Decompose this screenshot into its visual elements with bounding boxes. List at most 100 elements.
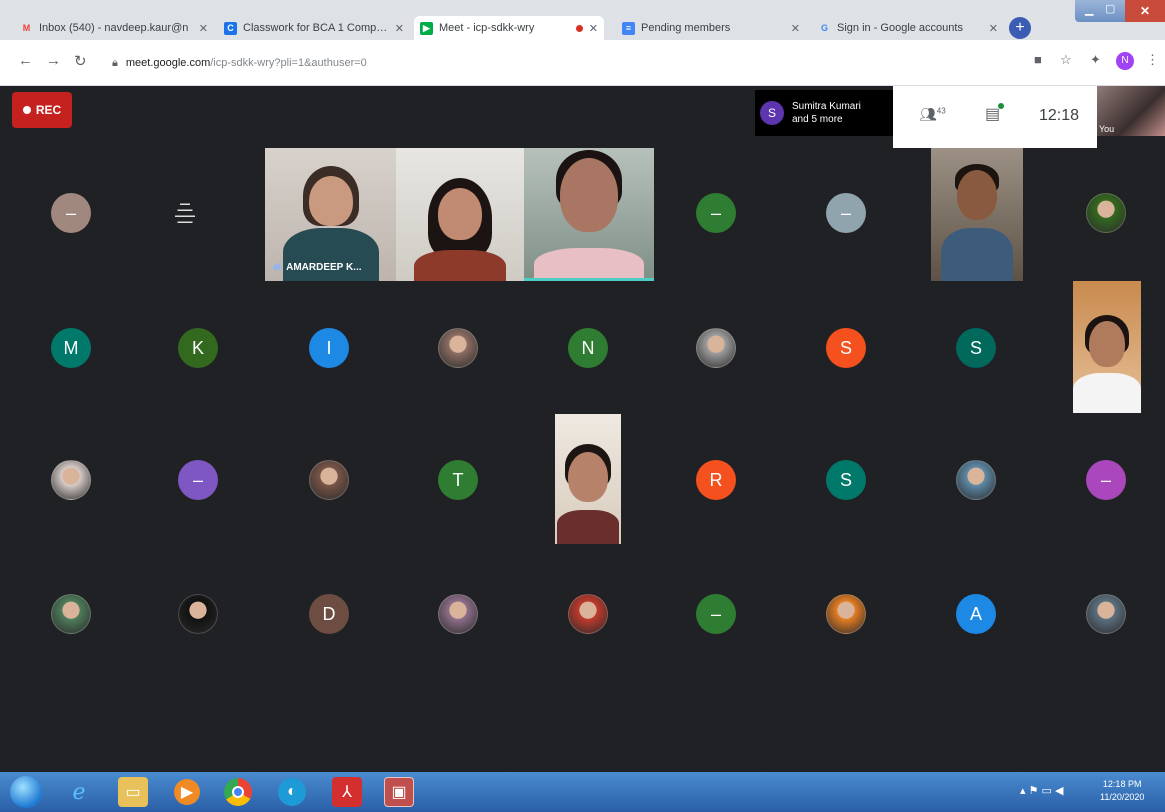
body-shape — [283, 228, 379, 281]
reload-icon[interactable]: ↻ — [74, 52, 87, 70]
file-explorer-icon[interactable]: ▭ — [118, 777, 148, 807]
participant-tile[interactable]: S — [826, 460, 866, 500]
star-icon[interactable]: ☆ — [1060, 52, 1072, 68]
meet-bottom-area — [5, 678, 1165, 772]
participant-photo-avatar — [1086, 594, 1126, 634]
participant-tile[interactable] — [1086, 594, 1126, 634]
internet-explorer-icon[interactable]: e — [64, 777, 94, 807]
participant-tile[interactable] — [51, 594, 91, 634]
lock-icon: 🔒︎ — [112, 56, 118, 69]
face-shape — [560, 158, 618, 232]
participant-tile[interactable]: K — [178, 328, 218, 368]
url-field[interactable]: 🔒︎ meet.google.com /icp-sdkk-wry?pli=1&a… — [112, 53, 1012, 73]
participant-tile[interactable] — [309, 460, 349, 500]
meet-top-bar: REC S Sumitra Kumari and 5 more 👥︎43 ▤ 1… — [0, 86, 1165, 148]
participant-tile[interactable] — [438, 594, 478, 634]
taskbar-clock[interactable]: 12:18 PM 11/20/2020 — [1100, 778, 1144, 804]
participant-avatar: – — [1086, 460, 1126, 500]
tab-inbox[interactable]: M Inbox (540) - navdeep.kaur@n ✕ — [14, 16, 214, 40]
presenter-chip[interactable]: S Sumitra Kumari and 5 more — [755, 90, 893, 136]
participant-tile[interactable]: – — [51, 193, 91, 233]
tab-sign-in[interactable]: G Sign in - Google accounts ✕ — [812, 16, 1004, 40]
participant-avatar: – — [178, 460, 218, 500]
close-tab-icon[interactable]: ✕ — [989, 22, 998, 35]
participant-tile[interactable] — [178, 594, 218, 634]
participant-photo-avatar — [51, 594, 91, 634]
maximize-icon[interactable]: ▢ — [1105, 2, 1115, 15]
participant-tile[interactable]: R — [696, 460, 736, 500]
close-window-button[interactable]: ✕ — [1125, 0, 1165, 22]
rec-label: REC — [35, 103, 62, 117]
participant-tile[interactable] — [568, 594, 608, 634]
participant-photo-avatar — [438, 594, 478, 634]
participant-avatar: A — [956, 594, 996, 634]
url-path: /icp-sdkk-wry?pli=1&authuser=0 — [210, 57, 367, 69]
participant-tile[interactable] — [956, 460, 996, 500]
participant-tile[interactable] — [826, 594, 866, 634]
self-view-tile[interactable]: You — [1097, 86, 1165, 136]
tab-pending-members[interactable]: ≡ Pending members ✕ — [616, 16, 806, 40]
participant-tile[interactable]: ▬▬ ▬▬▬ ▬▬▬▬ ▬▬▬ — [165, 193, 205, 233]
recording-indicator[interactable]: REC — [12, 92, 72, 128]
close-tab-icon[interactable]: ✕ — [395, 22, 404, 35]
chrome-icon[interactable] — [224, 778, 252, 806]
extensions-icon[interactable]: ✦ — [1090, 52, 1101, 68]
participant-tile[interactable] — [438, 328, 478, 368]
participant-avatar: – — [51, 193, 91, 233]
participants-button[interactable]: 👥︎43 — [919, 106, 946, 123]
body-shape — [557, 510, 619, 544]
acrobat-icon[interactable]: ⅄ — [332, 777, 362, 807]
camera-icon[interactable]: ■ — [1034, 52, 1042, 67]
participant-tile[interactable]: – — [178, 460, 218, 500]
participant-tile[interactable]: D — [309, 594, 349, 634]
face-shape — [438, 188, 482, 240]
participant-tile[interactable]: M — [51, 328, 91, 368]
video-tile-participant-5[interactable] — [1073, 281, 1141, 413]
video-tile-participant-4[interactable] — [931, 148, 1023, 281]
start-button[interactable] — [10, 776, 42, 808]
forward-icon[interactable]: → — [46, 52, 61, 69]
participant-avatar: R — [696, 460, 736, 500]
powerpoint-icon[interactable]: ▣ — [384, 777, 414, 807]
menu-icon[interactable]: ⋮ — [1146, 52, 1159, 68]
system-tray[interactable]: ▴ ⚑ ▭ ◀ — [1020, 784, 1063, 797]
url-host: meet.google.com — [125, 57, 211, 69]
participant-tile[interactable]: I — [309, 328, 349, 368]
minimize-icon[interactable]: ▁ — [1085, 3, 1093, 16]
participant-avatar: I — [309, 328, 349, 368]
tab-title: Inbox (540) - navdeep.kaur@n — [39, 22, 189, 34]
participant-tile[interactable]: T — [438, 460, 478, 500]
new-tab-button[interactable]: + — [1009, 17, 1031, 39]
back-icon[interactable]: ← — [18, 52, 33, 69]
tab-classwork[interactable]: C Classwork for BCA 1 Compute ✕ — [218, 16, 410, 40]
participant-tile[interactable]: – — [696, 193, 736, 233]
participant-tile[interactable]: S — [826, 328, 866, 368]
recording-dot-icon — [575, 24, 583, 32]
participant-tile[interactable]: – — [696, 594, 736, 634]
participant-photo-avatar — [438, 328, 478, 368]
edge-icon[interactable]: ◐ — [278, 778, 306, 806]
participant-tile[interactable] — [1086, 193, 1126, 233]
participant-tile[interactable] — [696, 328, 736, 368]
face-shape — [568, 452, 608, 502]
participant-tile[interactable]: N — [568, 328, 608, 368]
video-tile-participant-2[interactable] — [396, 148, 524, 281]
close-tab-icon[interactable]: ✕ — [199, 22, 208, 35]
participant-tile[interactable]: – — [826, 193, 866, 233]
gmail-icon: M — [22, 23, 31, 33]
close-tab-icon[interactable]: ✕ — [589, 22, 598, 35]
video-tile-amardeep[interactable]: ıılı AMARDEEP K... — [265, 148, 396, 281]
media-player-icon[interactable]: ▶ — [174, 779, 200, 805]
participant-avatar: N — [568, 328, 608, 368]
close-tab-icon[interactable]: ✕ — [791, 22, 800, 35]
participant-avatar: D — [309, 594, 349, 634]
video-tile-participant-6[interactable] — [555, 414, 621, 544]
participant-tile[interactable]: – — [1086, 460, 1126, 500]
participant-tile[interactable]: A — [956, 594, 996, 634]
tab-meet[interactable]: ▶ Meet - icp-sdkk-wry ✕ — [414, 16, 604, 40]
participant-tile[interactable]: S — [956, 328, 996, 368]
chat-button[interactable]: ▤ — [985, 103, 1005, 124]
video-tile-participant-3[interactable] — [524, 148, 654, 281]
profile-avatar[interactable]: N — [1116, 52, 1134, 70]
participant-tile[interactable] — [51, 460, 91, 500]
